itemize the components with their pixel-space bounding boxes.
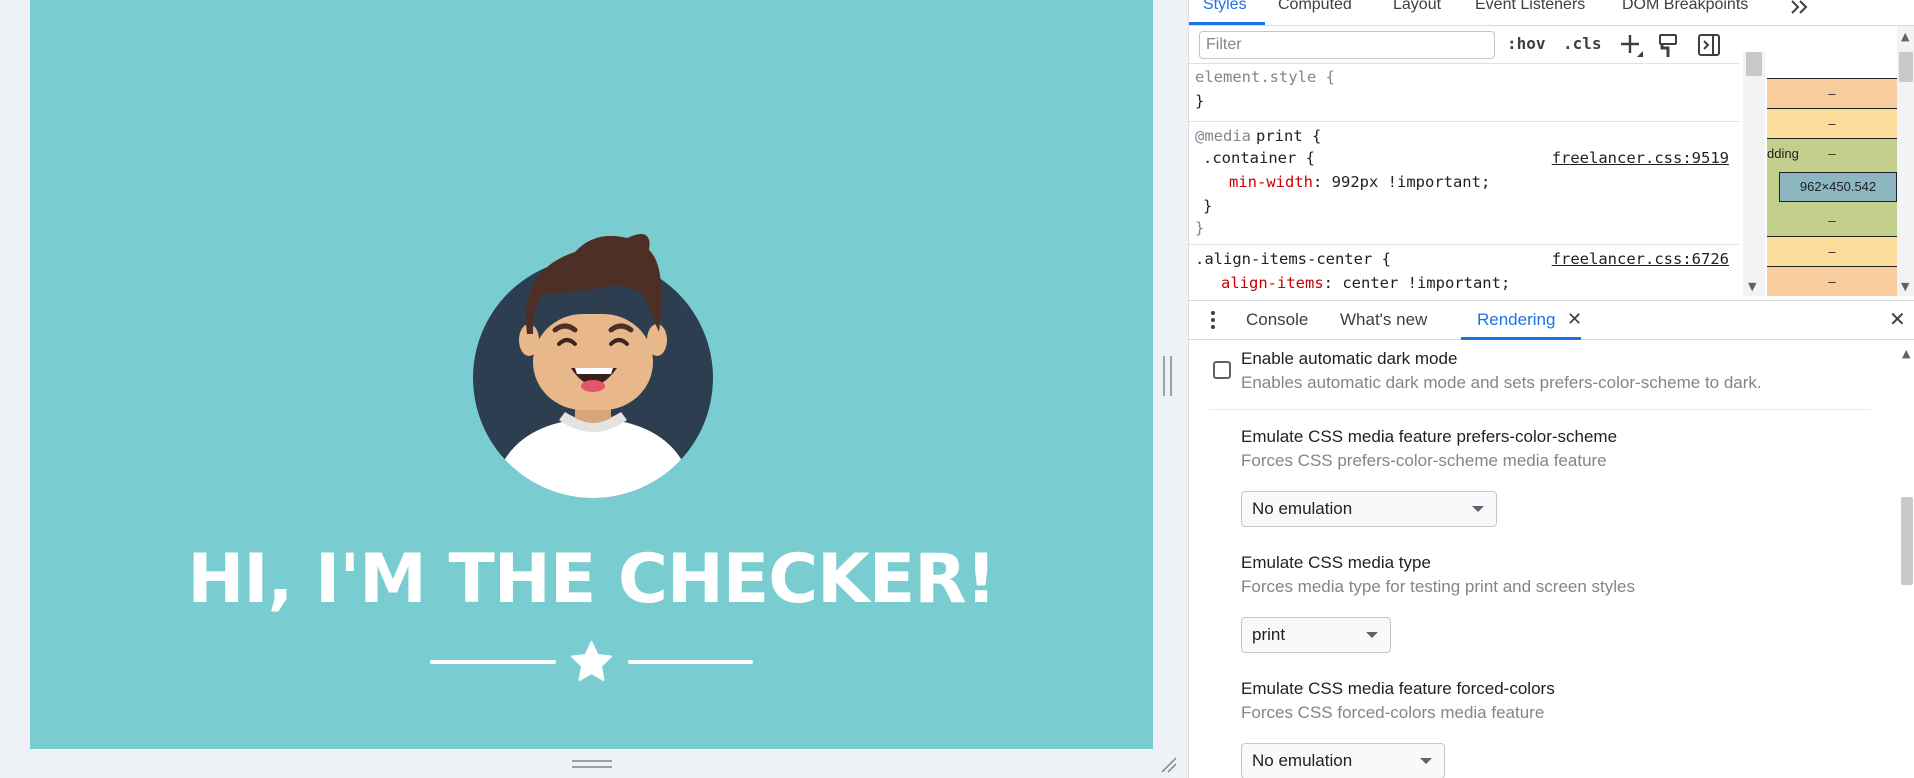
drawer-tab-bar: Console What's new Rendering ✕ ✕ [1189,300,1914,340]
masthead-heading: HI, I'M THE CHECKER! [187,540,996,619]
devtools-panel: Styles Computed Layout Event Listeners D… [1188,0,1914,778]
rule-close-brace: } [1203,197,1213,215]
dark-mode-checkbox[interactable] [1213,361,1231,379]
prefers-color-scheme-select[interactable]: No emulation [1241,491,1497,527]
color-format-paint-icon[interactable] [1657,33,1681,59]
viewport-height-resize-handle[interactable] [572,760,612,768]
property-value: : center !important; [1323,274,1511,292]
dark-mode-title: Enable automatic dark mode [1241,349,1458,368]
property-value: : 992px !important; [1313,173,1491,191]
padding-box[interactable]: dding – [1767,138,1897,168]
box-model-diagram: – – dding – 962×450.542 – – – [1767,64,1897,296]
close-tab-icon[interactable]: ✕ [1567,309,1582,330]
scroll-up-icon[interactable]: ▲ [1901,30,1909,43]
resize-corner-icon[interactable] [1158,754,1178,774]
media-close-brace: } [1195,219,1205,237]
property-name: align-items [1221,274,1324,292]
chevron-down-icon [1420,758,1432,764]
container-source-link[interactable]: freelancer.css:9519 [1552,149,1729,167]
scroll-up-icon[interactable]: ▲ [1902,347,1910,360]
section-divider [1209,409,1871,410]
element-style-rule[interactable]: element.style { } [1189,64,1739,122]
rule-close-brace: } [1195,92,1205,110]
select-value: No emulation [1252,499,1353,518]
viewport-width-resize-handle[interactable] [1163,356,1172,396]
close-drawer-icon[interactable]: ✕ [1889,307,1906,331]
active-drawer-tab-indicator [1461,337,1581,340]
styles-filter-input[interactable] [1199,31,1495,59]
hover-state-toggle[interactable]: :hov [1507,34,1546,53]
content-box[interactable]: 962×450.542 [1779,172,1897,202]
tab-dom-breakpoints[interactable]: DOM Breakpoints [1622,0,1748,14]
scroll-down-icon[interactable]: ▼ [1901,280,1909,293]
border-box[interactable]: – [1767,108,1897,138]
margin-box[interactable]: – [1767,78,1897,108]
rendering-scrollbar[interactable]: ▲ [1899,341,1914,778]
padding-label: dding [1767,146,1799,161]
divider-star [430,641,753,681]
media-keyword: @media [1195,127,1251,145]
forced-colors-description: Forces CSS forced-colors media feature [1241,703,1545,722]
emulated-viewport-area: HI, I'M THE CHECKER! [0,0,1188,778]
media-query: print { [1256,127,1322,145]
media-type-description: Forces media type for testing print and … [1241,577,1636,596]
padding-bottom[interactable]: – [1767,206,1897,236]
scrollbar-thumb[interactable] [1746,52,1762,76]
scroll-down-icon[interactable]: ▼ [1748,280,1756,293]
select-value: print [1252,625,1286,644]
tab-styles[interactable]: Styles [1203,0,1247,14]
align-items-center-rule[interactable]: .align-items-center { freelancer.css:672… [1189,246,1739,296]
class-toggle[interactable]: .cls [1563,34,1602,53]
align-source-link[interactable]: freelancer.css:6726 [1552,250,1729,268]
page-masthead: HI, I'M THE CHECKER! [30,0,1153,749]
active-tab-indicator [1189,22,1265,25]
new-style-rule-icon[interactable] [1619,33,1645,59]
scrollbar-thumb[interactable] [1899,52,1913,82]
tab-event-listeners[interactable]: Event Listeners [1475,0,1585,14]
tab-computed[interactable]: Computed [1278,0,1352,14]
container-selector: .container { [1203,149,1315,167]
styles-sidebar-tabs: Styles Computed Layout Event Listeners D… [1189,0,1914,26]
styles-scrollbar[interactable]: ▼ [1743,52,1765,296]
media-print-rule[interactable]: @media print { .container { freelancer.c… [1189,123,1739,245]
dark-mode-description: Enables automatic dark mode and sets pre… [1241,373,1762,392]
element-style-selector: element.style { [1195,68,1335,86]
drawer-tab-console[interactable]: Console [1246,310,1308,330]
chevron-down-icon [1366,632,1378,638]
drawer-tab-whats-new[interactable]: What's new [1340,310,1427,330]
select-value: No emulation [1252,751,1353,770]
padding-value: – [1828,146,1836,161]
forced-colors-select[interactable]: No emulation [1241,743,1445,778]
prefers-color-scheme-description: Forces CSS prefers-color-scheme media fe… [1241,451,1607,470]
scrollbar-thumb[interactable] [1901,497,1913,585]
rendering-panel: Enable automatic dark mode Enables autom… [1189,341,1899,778]
chevron-down-icon [1472,506,1484,512]
drawer-menu-icon[interactable] [1211,309,1217,331]
avatar-illustration [473,234,713,498]
drawer-tab-rendering[interactable]: Rendering [1477,310,1555,330]
prefers-color-scheme-title: Emulate CSS media feature prefers-color-… [1241,427,1618,446]
toggle-sidebar-icon[interactable] [1697,33,1721,57]
styles-rules-list: element.style { } @media print { .contai… [1189,64,1739,296]
styles-toolbar: :hov .cls [1189,26,1739,64]
box-model-scrollbar[interactable]: ▲ ▼ [1897,26,1914,296]
align-selector: .align-items-center { [1195,250,1391,268]
style-property-line[interactable]: align-items: center !important; [1221,274,1510,292]
star-icon [571,641,612,681]
tab-layout[interactable]: Layout [1393,0,1441,14]
style-property-line[interactable]: min-width: 992px !important; [1229,173,1490,191]
media-type-title: Emulate CSS media type [1241,553,1431,572]
margin-bottom[interactable]: – [1767,266,1897,296]
forced-colors-title: Emulate CSS media feature forced-colors [1241,679,1555,698]
media-type-select[interactable]: print [1241,617,1391,653]
double-chevron-right-icon[interactable] [1789,0,1811,14]
property-name: min-width [1229,173,1313,191]
border-bottom[interactable]: – [1767,236,1897,266]
